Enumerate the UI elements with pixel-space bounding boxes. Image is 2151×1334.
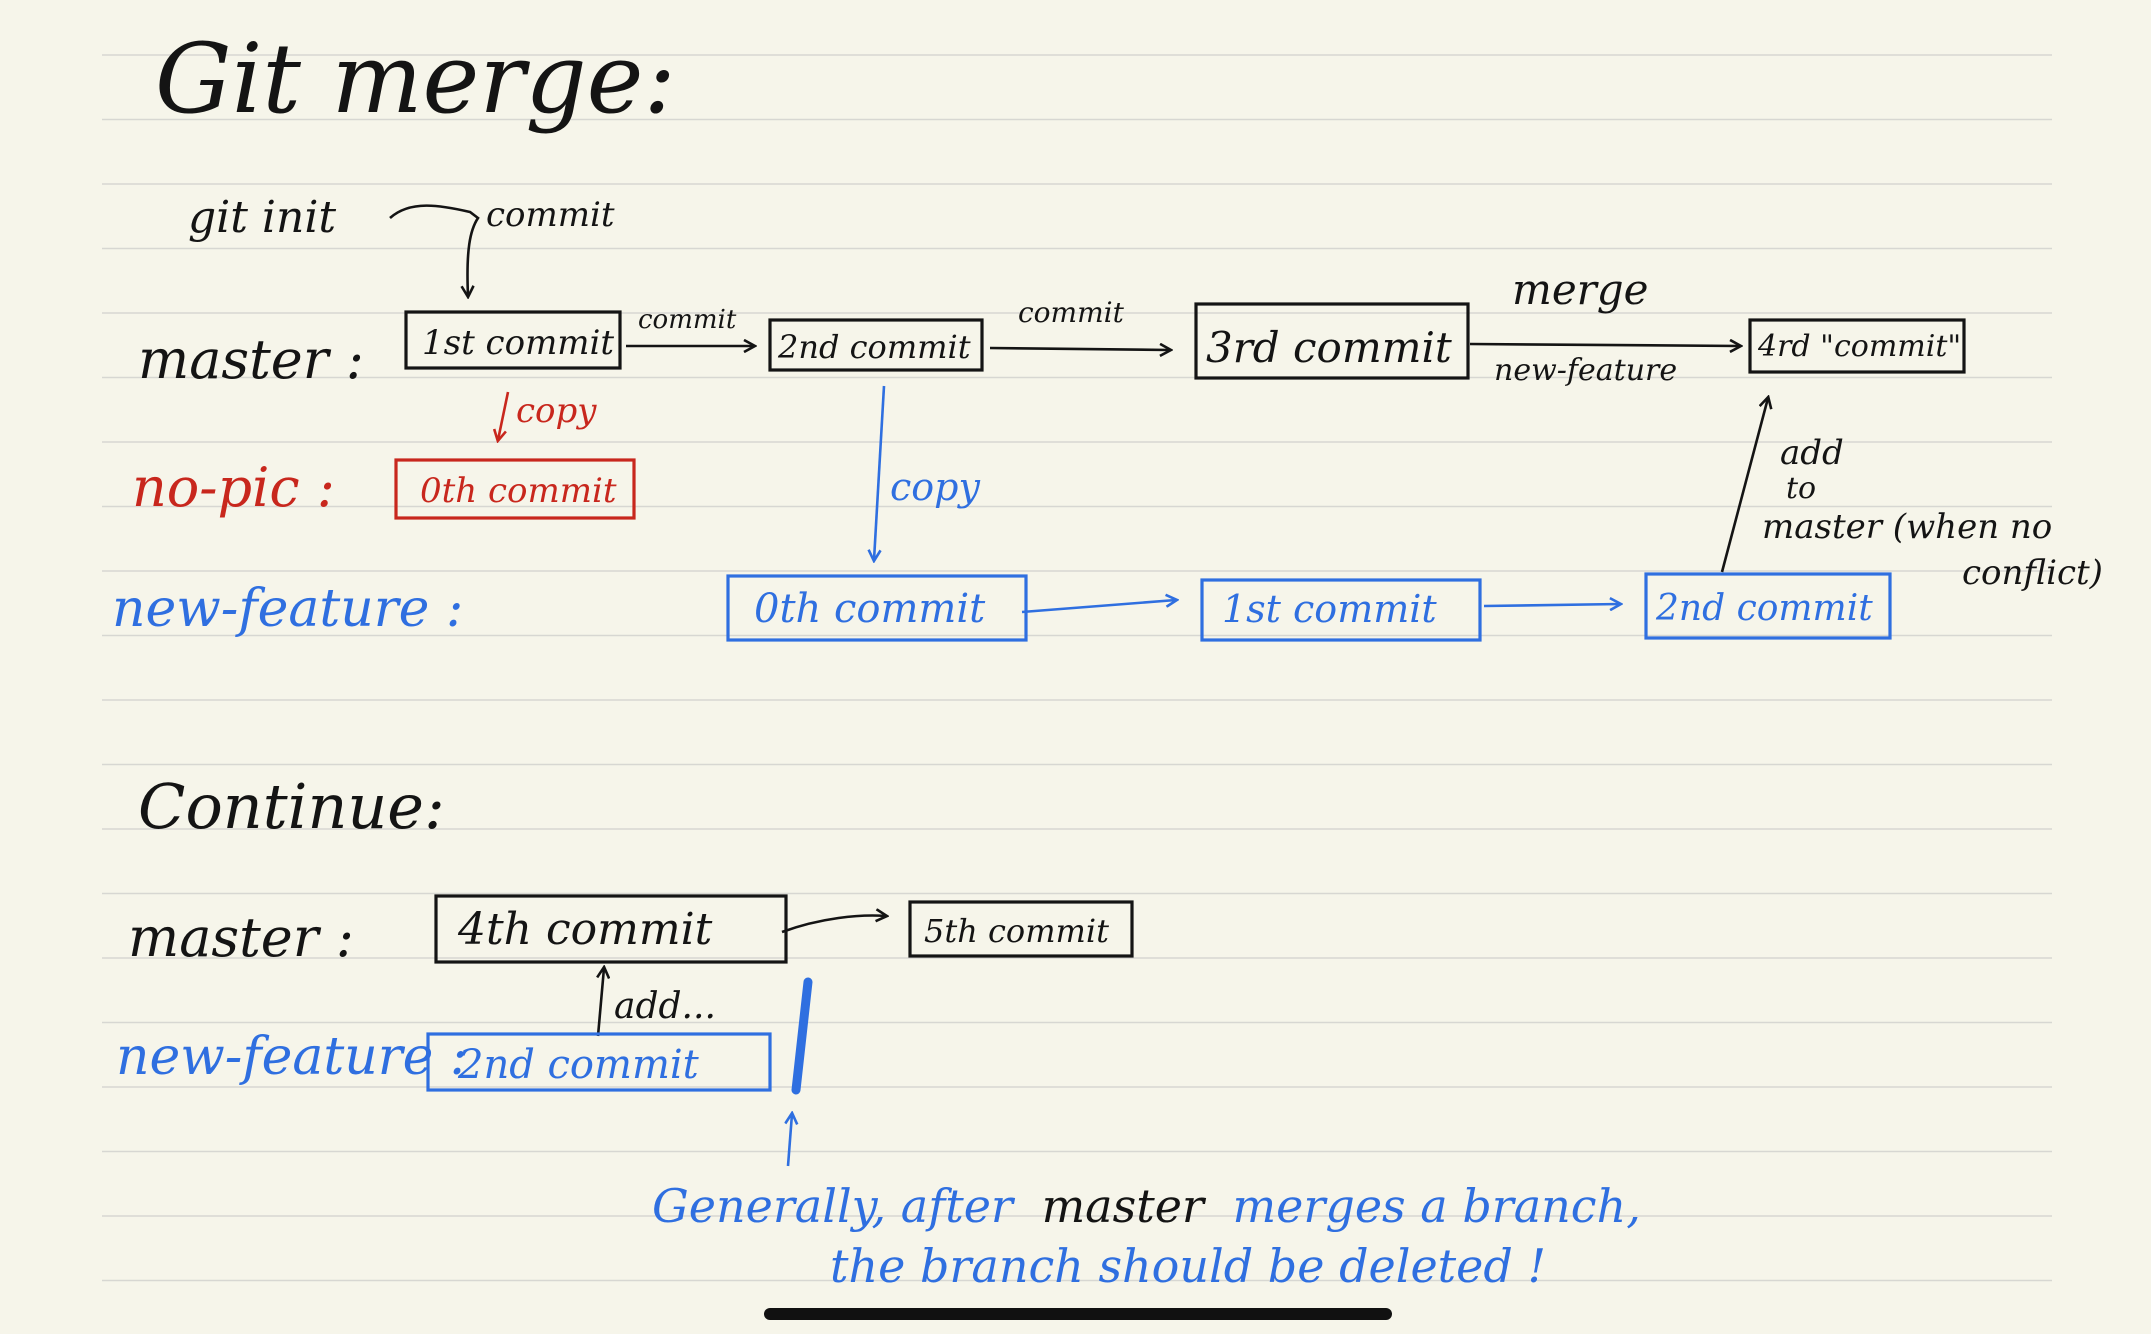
copy-blue-label: copy: [890, 465, 980, 509]
newfeature2-commit: 2nd commit: [457, 1042, 700, 1088]
newfeature-commit-1: 0th commit: [754, 586, 986, 632]
init-arrow: [389, 204, 480, 296]
newfeature-label: new-feature :: [112, 579, 463, 639]
git-init-label: git init: [188, 192, 336, 243]
merge-label: merge: [1512, 265, 1649, 314]
master2-commit-2: 5th commit: [924, 912, 1109, 950]
copy-red-arrow: [498, 391, 510, 440]
arrow-commit-label-1: commit: [638, 305, 737, 335]
continue-label: Continue:: [138, 770, 445, 843]
newfeature-commit-2: 1st commit: [1222, 587, 1437, 631]
commit-top-label: commit: [486, 195, 615, 235]
nf-arrow-2-3: [1483, 604, 1620, 606]
merge-arrow: [1469, 344, 1740, 346]
delete-mark: [791, 977, 813, 1095]
home-indicator: [764, 1308, 1392, 1320]
note-line-2: the branch should be deleted !: [830, 1239, 1546, 1293]
newfeature-commit-3: 2nd commit: [1655, 588, 1873, 629]
master-label: master :: [138, 328, 364, 391]
note-arrow: [788, 1114, 792, 1167]
add-arrow: [598, 968, 604, 1037]
master-commit-4: 4rd "commit": [1757, 329, 1961, 364]
nopic-label: no-pic :: [132, 456, 335, 519]
add-note-line-3: master (when no: [1762, 507, 2052, 547]
master2-commit-1: 4th commit: [457, 904, 713, 955]
arrow-2-3: [989, 348, 1170, 350]
master-commit-1: 1st commit: [422, 323, 614, 363]
master-commit-3: 3rd commit: [1206, 323, 1452, 372]
add-label: add...: [614, 986, 716, 1027]
notebook-page: Git merge: git init commit master : 1st …: [102, 23, 2103, 1320]
master-commit-2: 2nd commit: [777, 328, 971, 366]
page-title: Git merge:: [155, 23, 676, 135]
note-line-1: Generally, after master merges a branch,: [652, 1179, 1641, 1233]
nopic-commit: 0th commit: [420, 471, 617, 511]
copy-red-label: copy: [516, 391, 597, 431]
note-line-1-part-b: master: [1042, 1179, 1207, 1233]
copy-blue-arrow: [874, 385, 886, 560]
add-note-line-1: add: [1780, 433, 1844, 473]
ruled-lines: [102, 54, 2052, 1282]
master-label-2: master :: [128, 906, 354, 969]
merge-sub-label: new-feature: [1494, 353, 1677, 388]
newfeature-label-2: new-feature :: [116, 1027, 467, 1087]
arrow-commit-label-2: commit: [1018, 296, 1125, 329]
add-note-line-4: conflict): [1962, 553, 2103, 593]
nf-arrow-1-2: [1021, 600, 1176, 614]
note-line-1-part-c: merges a branch,: [1233, 1179, 1641, 1233]
master2-arrow: [781, 916, 886, 934]
add-note-line-2: to: [1786, 471, 1816, 506]
note-line-1-part-a: Generally, after: [652, 1179, 1016, 1233]
